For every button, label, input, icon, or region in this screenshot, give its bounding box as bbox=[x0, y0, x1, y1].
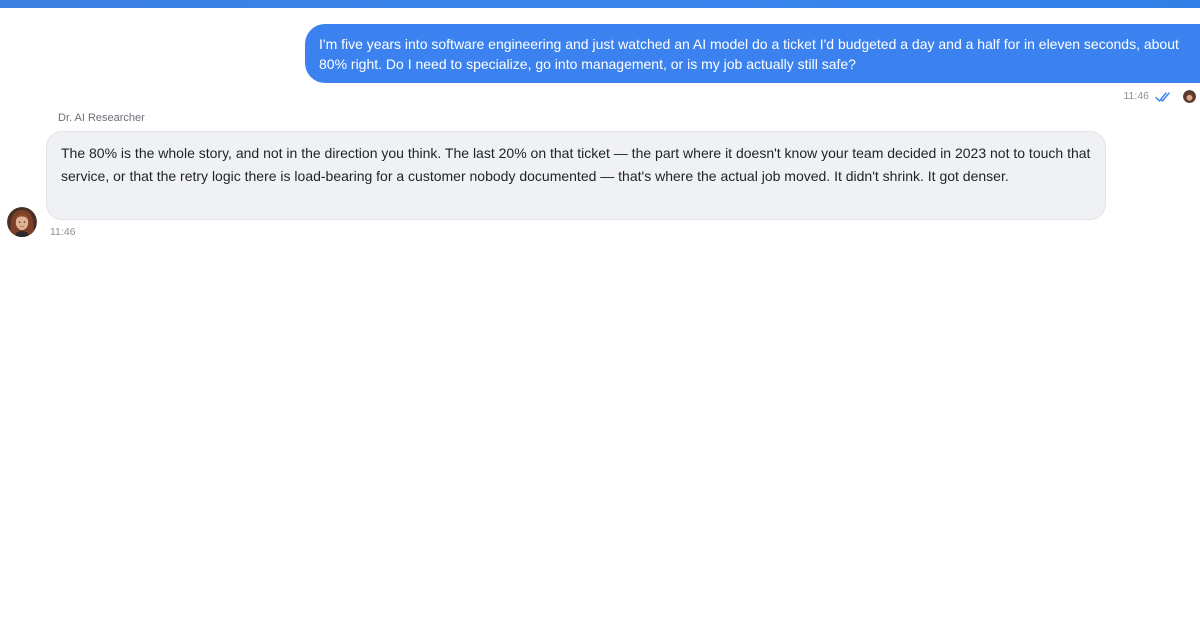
chat-page: I'm five years into software engineering… bbox=[0, 0, 1200, 630]
assistant-avatar[interactable] bbox=[7, 207, 37, 237]
sender-name: Dr. AI Researcher bbox=[58, 112, 145, 124]
top-accent-bar bbox=[0, 0, 1200, 8]
user-avatar[interactable] bbox=[1183, 89, 1196, 103]
incoming-timestamp: 11:46 bbox=[50, 226, 76, 238]
incoming-message-bubble[interactable]: The 80% is the whole story, and not in t… bbox=[46, 131, 1106, 220]
incoming-message-text: The 80% is the whole story, and not in t… bbox=[61, 145, 1091, 184]
outgoing-message-text: I'm five years into software engineering… bbox=[319, 36, 1179, 72]
outgoing-message-bubble[interactable]: I'm five years into software engineering… bbox=[305, 24, 1200, 83]
double-check-icon bbox=[1155, 90, 1173, 102]
outgoing-timestamp: 11:46 bbox=[1123, 90, 1150, 102]
outgoing-message-meta: 11:46 bbox=[1124, 88, 1200, 104]
